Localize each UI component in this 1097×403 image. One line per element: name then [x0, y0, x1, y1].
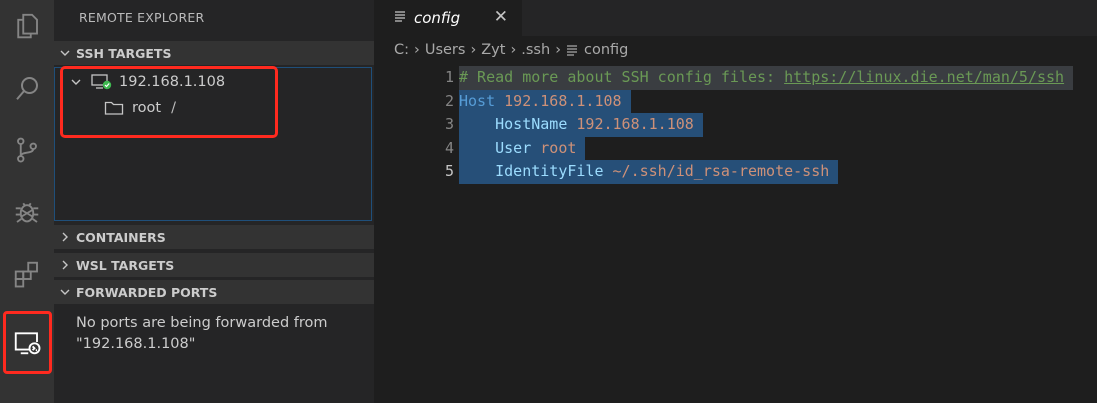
- section-containers[interactable]: CONTAINERS: [54, 225, 374, 249]
- source-control-icon: [17, 137, 37, 163]
- code-line[interactable]: 5 IdentityFile ~/.ssh/id_rsa-remote-ssh: [374, 160, 1097, 184]
- extensions-icon: [14, 261, 38, 288]
- source-control-button[interactable]: [0, 124, 54, 176]
- chevron-down-icon: [54, 47, 76, 59]
- line-number: 1: [444, 68, 454, 86]
- code-text: # Read more about SSH config files: http…: [459, 66, 1074, 90]
- chevron-down-icon: [54, 286, 76, 298]
- code-token: Host: [459, 91, 505, 110]
- chevron-right-icon: [54, 259, 76, 271]
- line-number: 3: [444, 115, 454, 133]
- code-line[interactable]: 1 # Read more about SSH config files: htt…: [374, 66, 1097, 90]
- code-text: User root: [459, 136, 586, 160]
- search-icon: [16, 77, 38, 100]
- chevron-right-icon: ›: [510, 42, 517, 58]
- code-token: User: [459, 138, 541, 157]
- line-number: 2: [444, 91, 454, 110]
- ssh-host-highlight: [60, 66, 278, 138]
- message-line: "192.168.1.108": [76, 336, 196, 352]
- panel-title: REMOTE EXPLORER: [79, 10, 205, 25]
- line-number: 5: [444, 162, 454, 180]
- code-editor[interactable]: 1 # Read more about SSH config files: htt…: [374, 66, 1097, 184]
- section-wsl-targets[interactable]: WSL TARGETS: [54, 253, 374, 277]
- code-text: HostName 192.168.1.108: [459, 113, 703, 137]
- tab-bar: config ✕: [374, 0, 1097, 36]
- section-label: WSL TARGETS: [76, 257, 175, 273]
- code-token: ~/.ssh/id_rsa-remote-ssh: [612, 162, 830, 180]
- code-token: 192.168.1.108: [576, 115, 694, 133]
- explorer-button[interactable]: [0, 0, 54, 52]
- close-icon[interactable]: ✕: [494, 7, 508, 27]
- breadcrumb: C: › Users › Zyt › .ssh › config: [394, 42, 628, 58]
- breadcrumb-item[interactable]: config: [584, 42, 628, 58]
- code-token: IdentityFile: [459, 162, 613, 180]
- editor-area: config ✕ C: › Users › Zyt › .ssh › confi…: [374, 0, 1097, 403]
- code-line[interactable]: 2 Host 192.168.1.108: [374, 89, 1097, 113]
- section-ssh-targets[interactable]: SSH TARGETS: [54, 41, 374, 65]
- message-line: No ports are being forwarded from: [76, 315, 328, 331]
- forwarded-ports-message: No ports are being forwarded from "192.1…: [76, 313, 366, 355]
- search-button[interactable]: [0, 62, 54, 114]
- files-icon: [17, 13, 38, 39]
- debug-button[interactable]: [0, 186, 54, 238]
- code-line[interactable]: 4 User root: [374, 136, 1097, 160]
- section-label: FORWARDED PORTS: [76, 284, 218, 300]
- line-number: 4: [444, 138, 454, 157]
- code-token: 192.168.1.108: [504, 91, 622, 110]
- code-token: root: [540, 138, 577, 157]
- breadcrumb-item[interactable]: Users: [425, 42, 466, 58]
- section-label: CONTAINERS: [76, 229, 166, 245]
- code-token[interactable]: https://linux.die.net/man/5/ssh: [784, 68, 1064, 86]
- tab-config[interactable]: config ✕: [374, 0, 522, 36]
- remote-explorer-highlight: [3, 311, 52, 374]
- code-token: # Read more about SSH config files:: [459, 68, 785, 86]
- debug-icon: [15, 202, 39, 223]
- code-text: IdentityFile ~/.ssh/id_rsa-remote-ssh: [459, 160, 839, 184]
- breadcrumb-item[interactable]: C:: [394, 42, 409, 58]
- chevron-right-icon: [54, 231, 76, 243]
- remote-explorer-panel: REMOTE EXPLORER SSH TARGETS 192.168.1.10…: [54, 0, 374, 403]
- code-line[interactable]: 3 HostName 192.168.1.108: [374, 113, 1097, 137]
- lines-icon: [566, 44, 578, 56]
- activity-bar: [0, 0, 54, 403]
- lines-icon: [394, 10, 406, 26]
- code-token: HostName: [459, 115, 577, 133]
- extensions-button[interactable]: [0, 248, 54, 300]
- section-forwarded-ports[interactable]: FORWARDED PORTS: [54, 280, 374, 304]
- chevron-right-icon: ›: [414, 42, 420, 58]
- tab-label: config: [414, 9, 461, 27]
- section-label: SSH TARGETS: [76, 45, 172, 61]
- breadcrumb-item[interactable]: .ssh: [521, 42, 550, 58]
- code-text: Host 192.168.1.108: [459, 89, 631, 113]
- chevron-right-icon: ›: [555, 42, 561, 58]
- breadcrumb-item[interactable]: Zyt: [481, 42, 505, 58]
- chevron-right-icon: ›: [470, 42, 477, 58]
